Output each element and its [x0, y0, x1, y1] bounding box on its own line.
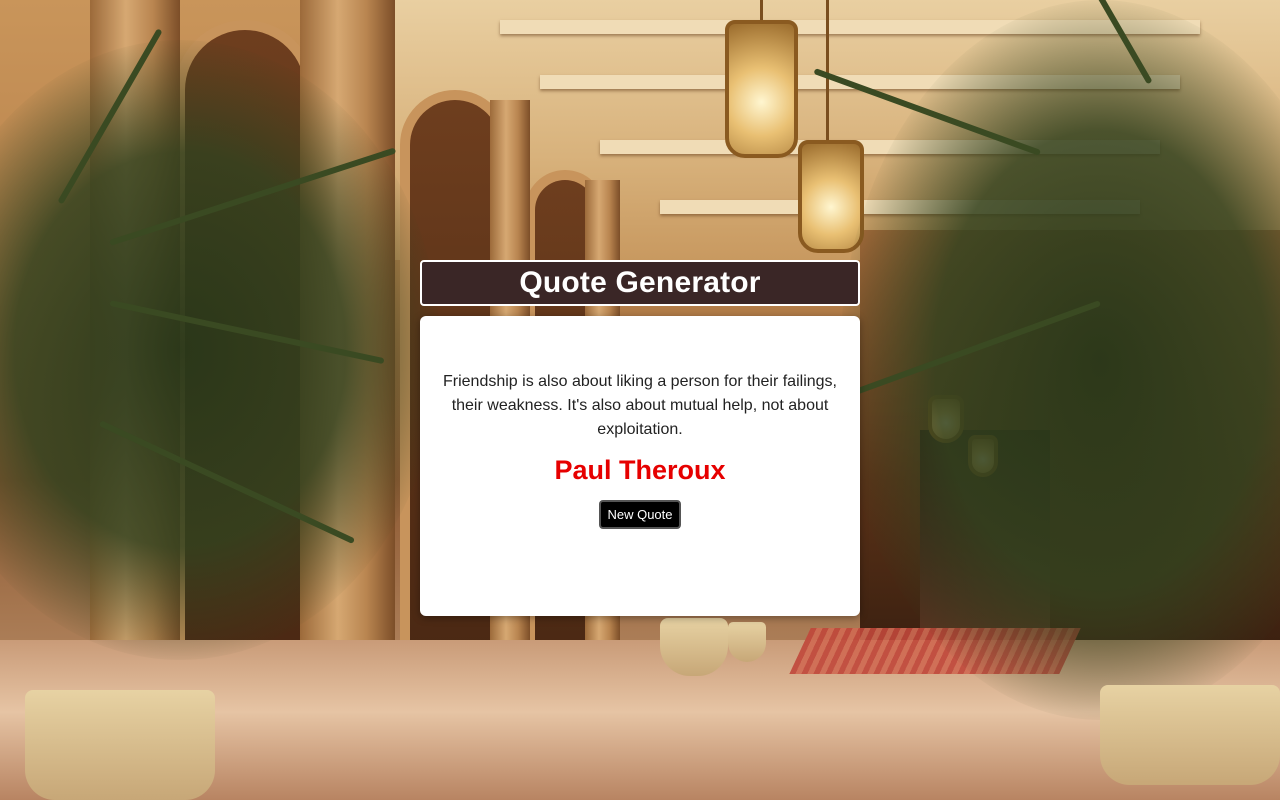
quote-card: Friendship is also about liking a person…	[420, 316, 860, 616]
page-title: Quote Generator	[519, 266, 761, 299]
quote-author: Paul Theroux	[554, 455, 726, 485]
planter	[728, 622, 766, 662]
new-quote-button[interactable]: New Quote	[599, 500, 681, 529]
planter	[25, 690, 215, 800]
chain	[760, 0, 763, 20]
planter	[660, 618, 728, 676]
quote-text: Friendship is also about liking a person…	[443, 373, 837, 438]
lantern-icon	[725, 20, 798, 158]
lantern-icon	[798, 140, 864, 253]
title-bar: Quote Generator	[420, 260, 860, 306]
chain	[826, 0, 829, 140]
planter	[1100, 685, 1280, 785]
